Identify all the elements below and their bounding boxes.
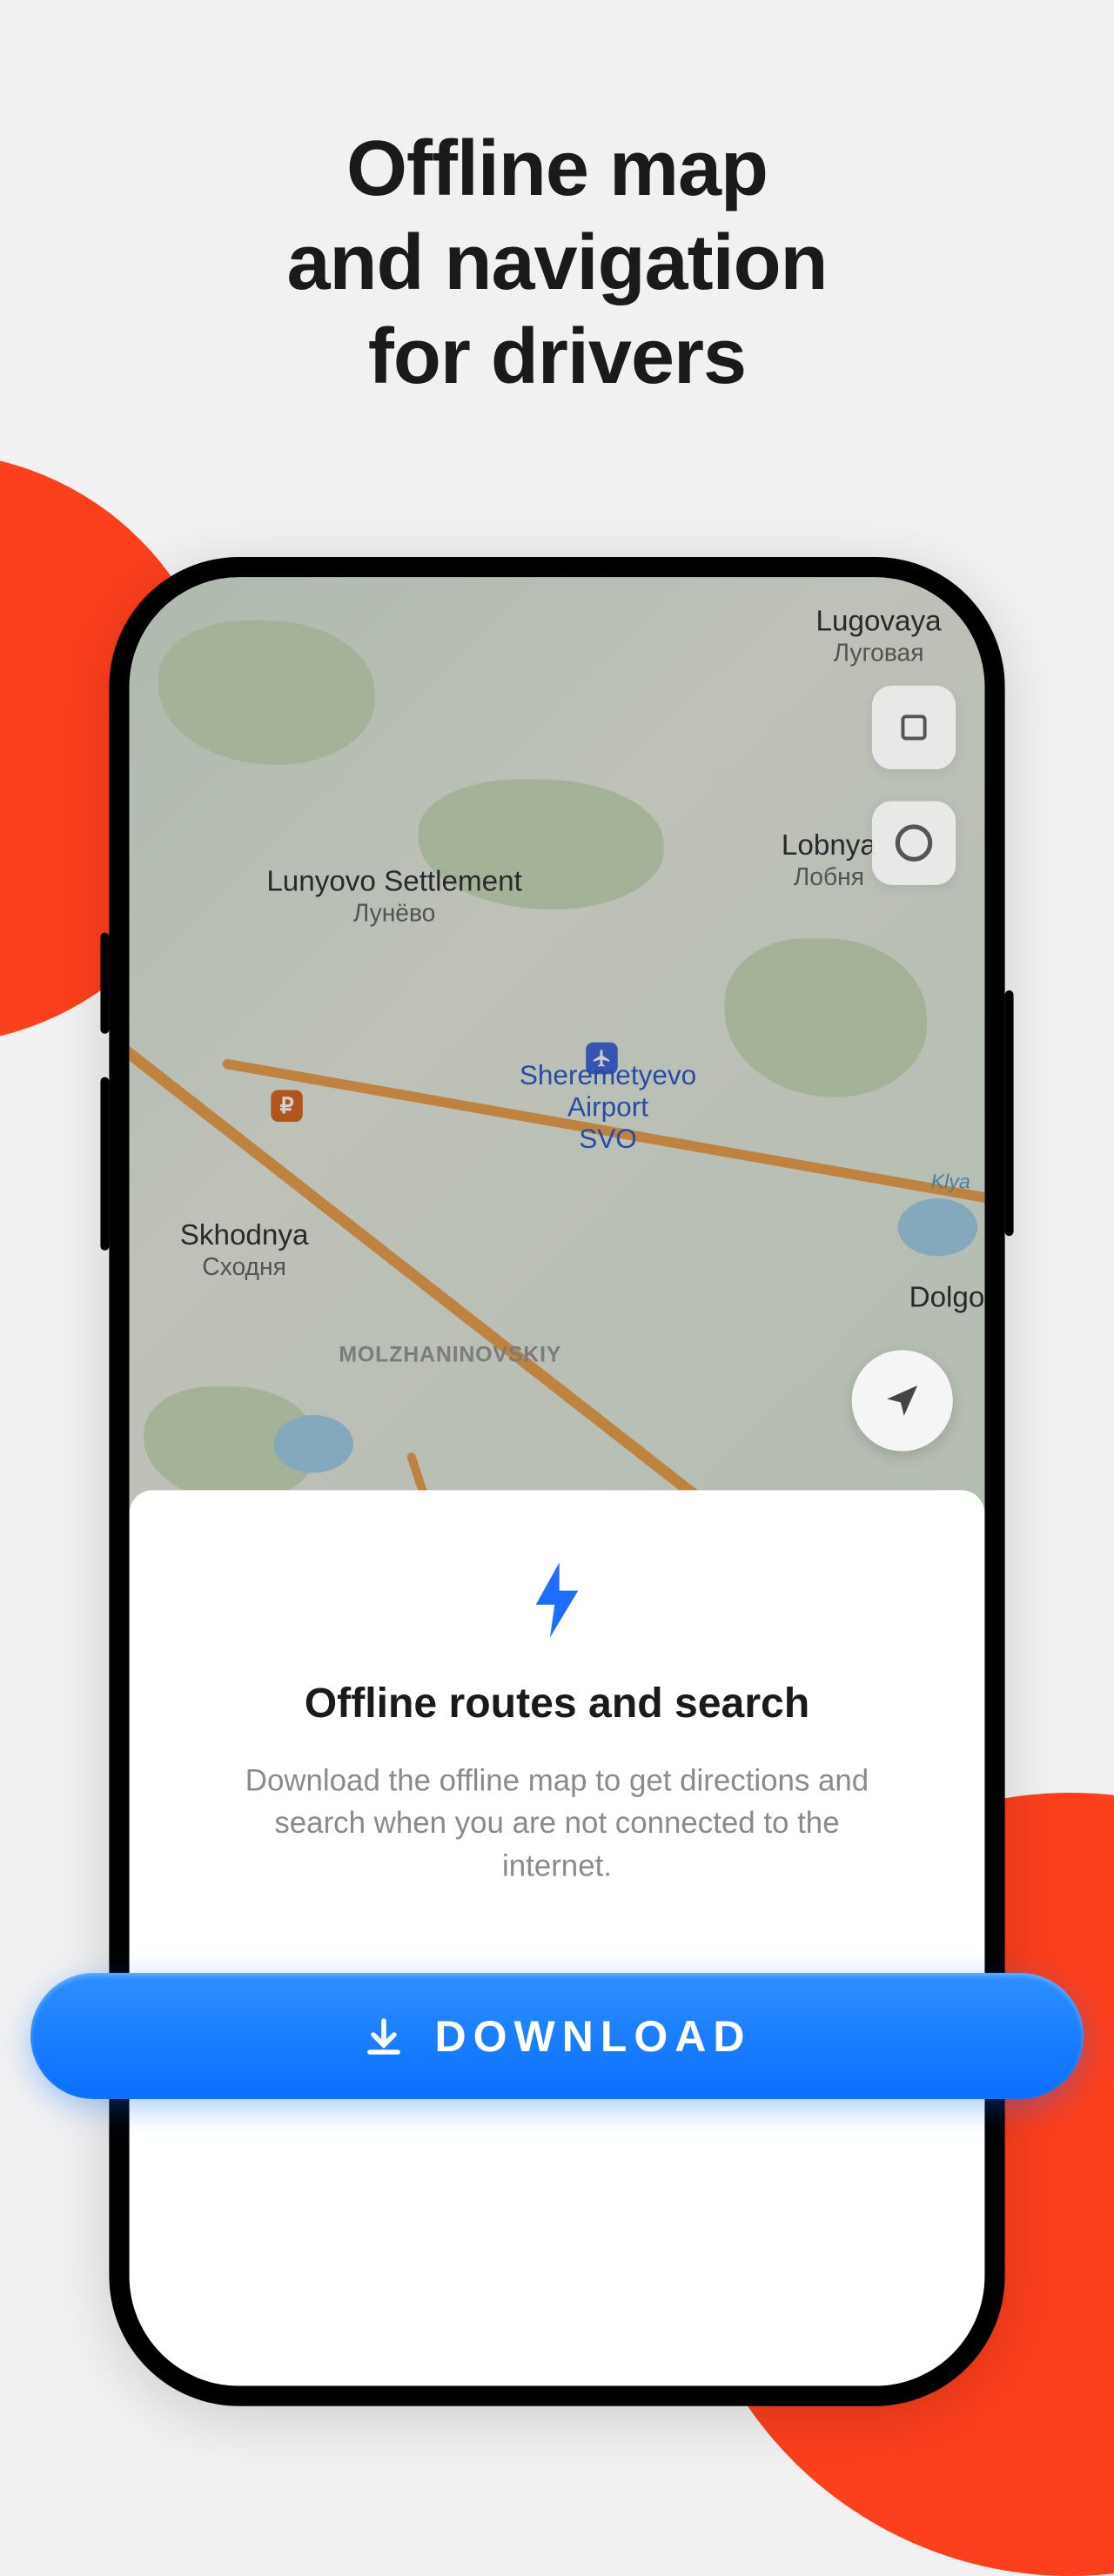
headline-line-1: Offline map xyxy=(0,122,1114,216)
card-title: Offline routes and search xyxy=(187,1680,927,1728)
download-button-label: DOWNLOAD xyxy=(435,2011,752,2062)
headline-line-2: and navigation xyxy=(0,216,1114,310)
traffic-button[interactable] xyxy=(872,802,956,885)
phone-side-button xyxy=(100,1077,109,1251)
lightning-bolt-icon xyxy=(187,1562,927,1637)
map-dim-overlay xyxy=(130,577,985,1509)
phone-side-button xyxy=(1005,990,1014,1236)
phone-side-button xyxy=(100,933,109,1034)
phone-mockup: Klya Lugovaya Луговая Lunyovo Settlement… xyxy=(109,557,1004,2406)
page-headline: Offline map and navigation for drivers xyxy=(0,0,1114,404)
map-view[interactable]: Klya Lugovaya Луговая Lunyovo Settlement… xyxy=(130,577,985,1509)
locate-me-button[interactable] xyxy=(852,1350,953,1451)
offline-info-card: Offline routes and search Download the o… xyxy=(130,1490,985,2385)
download-icon xyxy=(363,2016,405,2057)
layers-button[interactable] xyxy=(872,686,956,769)
card-description: Download the offline map to get directio… xyxy=(187,1761,927,1888)
headline-line-3: for drivers xyxy=(0,310,1114,404)
download-button[interactable]: DOWNLOAD xyxy=(30,1973,1084,2099)
phone-screen: Klya Lugovaya Луговая Lunyovo Settlement… xyxy=(130,577,985,2385)
